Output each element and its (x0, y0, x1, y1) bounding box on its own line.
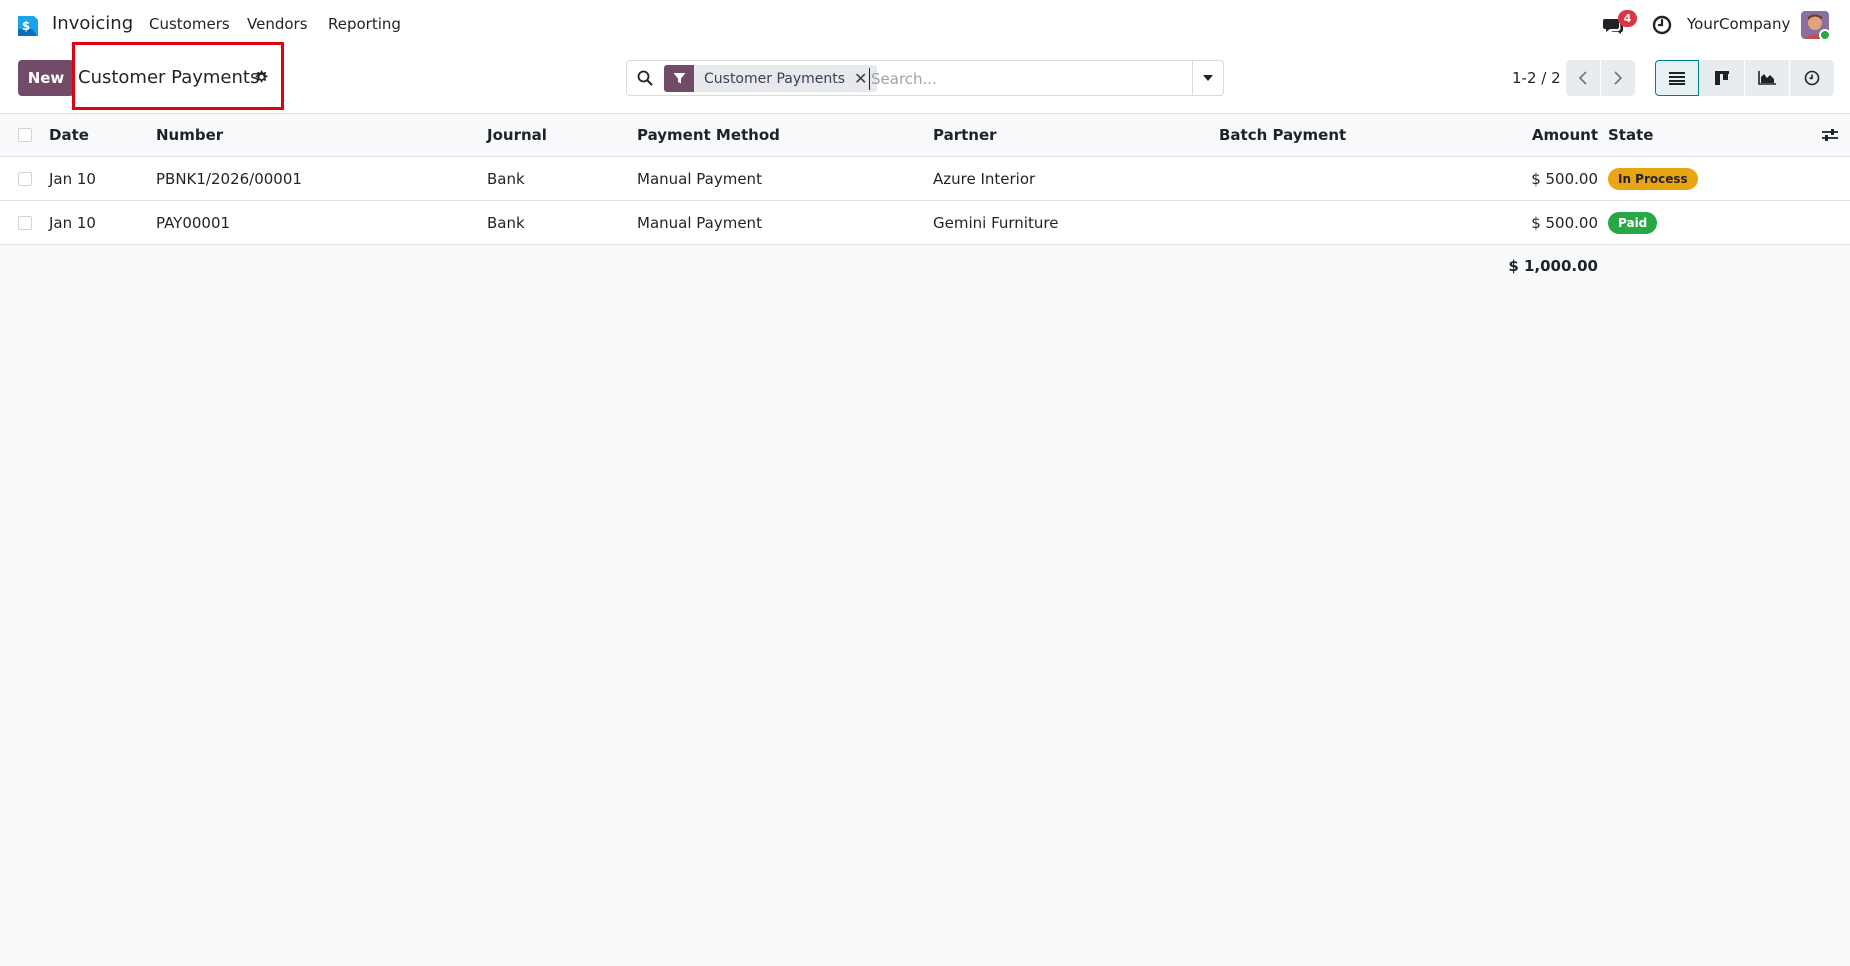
table-row[interactable]: Jan 10 PBNK1/2026/00001 Bank Manual Paym… (0, 157, 1850, 201)
cell-date: Jan 10 (49, 170, 96, 188)
list-view-button[interactable] (1655, 60, 1699, 96)
table-footer: $ 1,000.00 (0, 247, 1850, 287)
area-chart-icon (1758, 71, 1776, 85)
search-facet[interactable]: Customer Payments ✕ (664, 65, 878, 92)
column-state[interactable]: State (1608, 126, 1653, 144)
cell-payment-method: Manual Payment (637, 214, 762, 232)
menu-reporting[interactable]: Reporting (328, 15, 401, 33)
kanban-view-button[interactable] (1700, 60, 1744, 96)
column-amount[interactable]: Amount (1532, 126, 1598, 144)
column-journal[interactable]: Journal (487, 126, 547, 144)
new-button[interactable]: New (18, 60, 74, 96)
status-badge: In Process (1608, 168, 1698, 190)
clock-icon (1804, 70, 1820, 86)
menu-customers[interactable]: Customers (149, 15, 230, 33)
cell-journal: Bank (487, 170, 525, 188)
search-options-toggle[interactable] (1192, 61, 1223, 95)
app-name[interactable]: Invoicing (52, 13, 133, 34)
cell-date: Jan 10 (49, 214, 96, 232)
cell-payment-method: Manual Payment (637, 170, 762, 188)
select-all-checkbox[interactable] (18, 128, 32, 142)
column-partner[interactable]: Partner (933, 126, 997, 144)
control-panel: New Customer Payments Customer Payments … (0, 50, 1850, 114)
cell-number: PAY00001 (156, 214, 231, 232)
column-batch-payment[interactable]: Batch Payment (1219, 126, 1346, 144)
company-switcher[interactable]: YourCompany (1687, 15, 1790, 33)
row-checkbox[interactable] (18, 172, 32, 186)
gear-icon[interactable] (253, 69, 269, 85)
kanban-view-icon (1715, 71, 1729, 85)
svg-text:$: $ (22, 19, 30, 33)
cell-amount: $ 500.00 (1531, 214, 1598, 232)
optional-columns-icon[interactable] (1821, 127, 1839, 143)
row-checkbox[interactable] (18, 216, 32, 230)
menu-vendors[interactable]: Vendors (247, 15, 308, 33)
column-date[interactable]: Date (49, 126, 89, 144)
pager-value[interactable]: 1-2 / 2 (1512, 69, 1561, 87)
online-status-dot (1819, 29, 1831, 41)
table-row[interactable]: Jan 10 PAY00001 Bank Manual Payment Gemi… (0, 201, 1850, 245)
search-icon[interactable] (637, 70, 653, 86)
search-input[interactable] (869, 68, 1189, 90)
activity-view-button[interactable] (1790, 60, 1834, 96)
search-facet-label: Customer Payments (704, 70, 846, 87)
search-bar[interactable]: Customer Payments ✕ (626, 60, 1224, 96)
cell-partner: Gemini Furniture (933, 214, 1059, 232)
pager-next-button[interactable] (1601, 60, 1635, 96)
pager-previous-button[interactable] (1566, 60, 1600, 96)
cell-partner: Azure Interior (933, 170, 1036, 188)
payments-table: Date Number Journal Payment Method Partn… (0, 114, 1850, 245)
cell-journal: Bank (487, 214, 525, 232)
status-badge: Paid (1608, 212, 1658, 234)
page-title: Customer Payments (78, 67, 260, 88)
top-navbar: $ Invoicing Customers Vendors Reporting … (0, 0, 1850, 50)
cell-amount: $ 500.00 (1531, 170, 1598, 188)
caret-down-icon (1203, 75, 1213, 81)
filter-icon (664, 65, 694, 92)
cell-number: PBNK1/2026/00001 (156, 170, 302, 188)
list-view-icon (1669, 72, 1685, 85)
activity-clock-icon[interactable] (1651, 14, 1673, 36)
chevron-right-icon (1614, 71, 1623, 85)
column-payment-method[interactable]: Payment Method (637, 126, 780, 144)
table-header: Date Number Journal Payment Method Partn… (0, 114, 1850, 157)
invoicing-app-icon[interactable]: $ (15, 13, 41, 39)
chat-count-badge: 4 (1618, 10, 1637, 27)
amount-total: $ 1,000.00 (1508, 257, 1598, 275)
column-number[interactable]: Number (156, 126, 223, 144)
chevron-left-icon (1578, 71, 1587, 85)
graph-view-button[interactable] (1745, 60, 1789, 96)
